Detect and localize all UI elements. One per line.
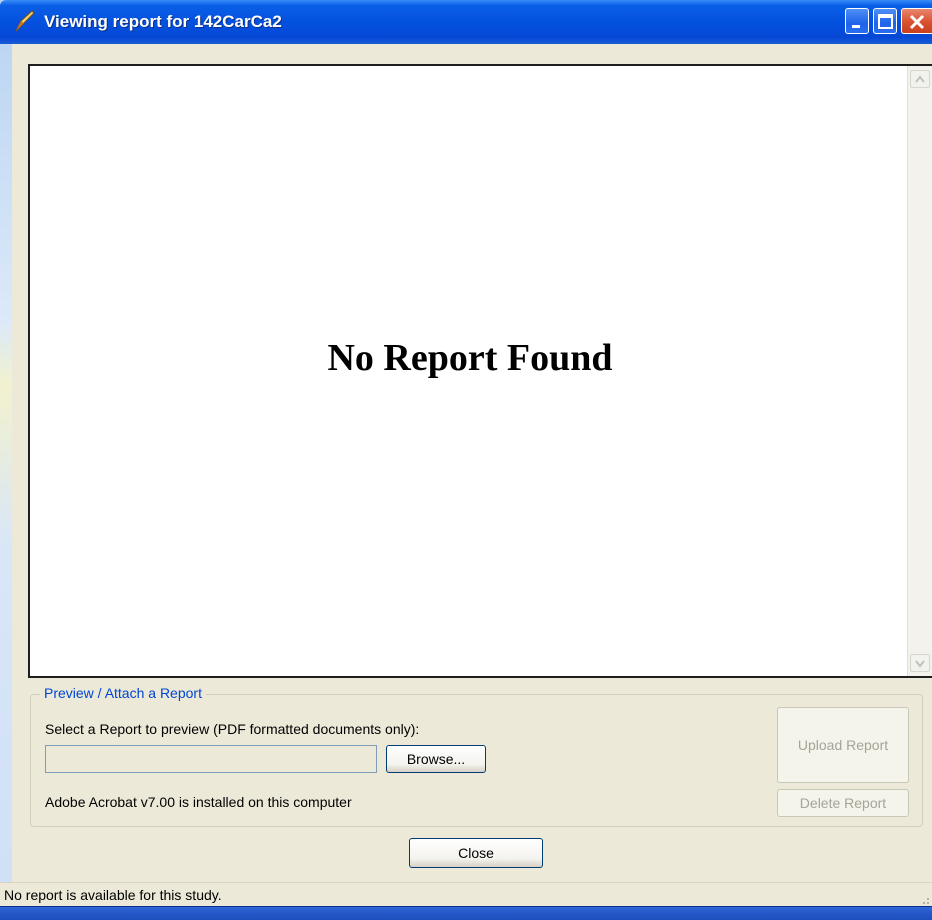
upload-report-button[interactable]: Upload Report (777, 707, 909, 783)
resize-grip-icon[interactable] (918, 893, 930, 905)
close-window-button[interactable] (901, 8, 932, 34)
acrobat-status-label: Adobe Acrobat v7.00 is installed on this… (45, 794, 352, 810)
title-bar[interactable]: Viewing report for 142CarCa2 (0, 0, 932, 44)
maximize-icon (878, 14, 893, 29)
group-legend: Preview / Attach a Report (40, 684, 206, 702)
delete-report-button[interactable]: Delete Report (777, 789, 909, 817)
report-viewer[interactable]: No Report Found (28, 64, 932, 678)
maximize-button[interactable] (873, 8, 897, 34)
close-button[interactable]: Close (409, 838, 543, 868)
minimize-icon (852, 25, 860, 28)
chevron-down-icon (915, 660, 925, 668)
browse-button[interactable]: Browse... (386, 745, 486, 773)
vertical-scrollbar[interactable] (907, 66, 932, 676)
close-icon (909, 14, 925, 30)
scroll-up-button[interactable] (910, 70, 930, 88)
file-path-input[interactable] (45, 745, 377, 773)
minimize-button[interactable] (845, 8, 869, 34)
desktop-background (0, 0, 12, 919)
chevron-up-icon (915, 75, 925, 83)
pen-icon (12, 9, 36, 33)
taskbar (0, 906, 932, 920)
no-report-message: No Report Found (327, 337, 613, 379)
window-title: Viewing report for 142CarCa2 (44, 12, 282, 31)
instruction-label: Select a Report to preview (PDF formatte… (45, 721, 420, 737)
status-text: No report is available for this study. (4, 887, 222, 903)
scroll-down-button[interactable] (910, 654, 930, 672)
status-bar: No report is available for this study. (0, 882, 932, 907)
